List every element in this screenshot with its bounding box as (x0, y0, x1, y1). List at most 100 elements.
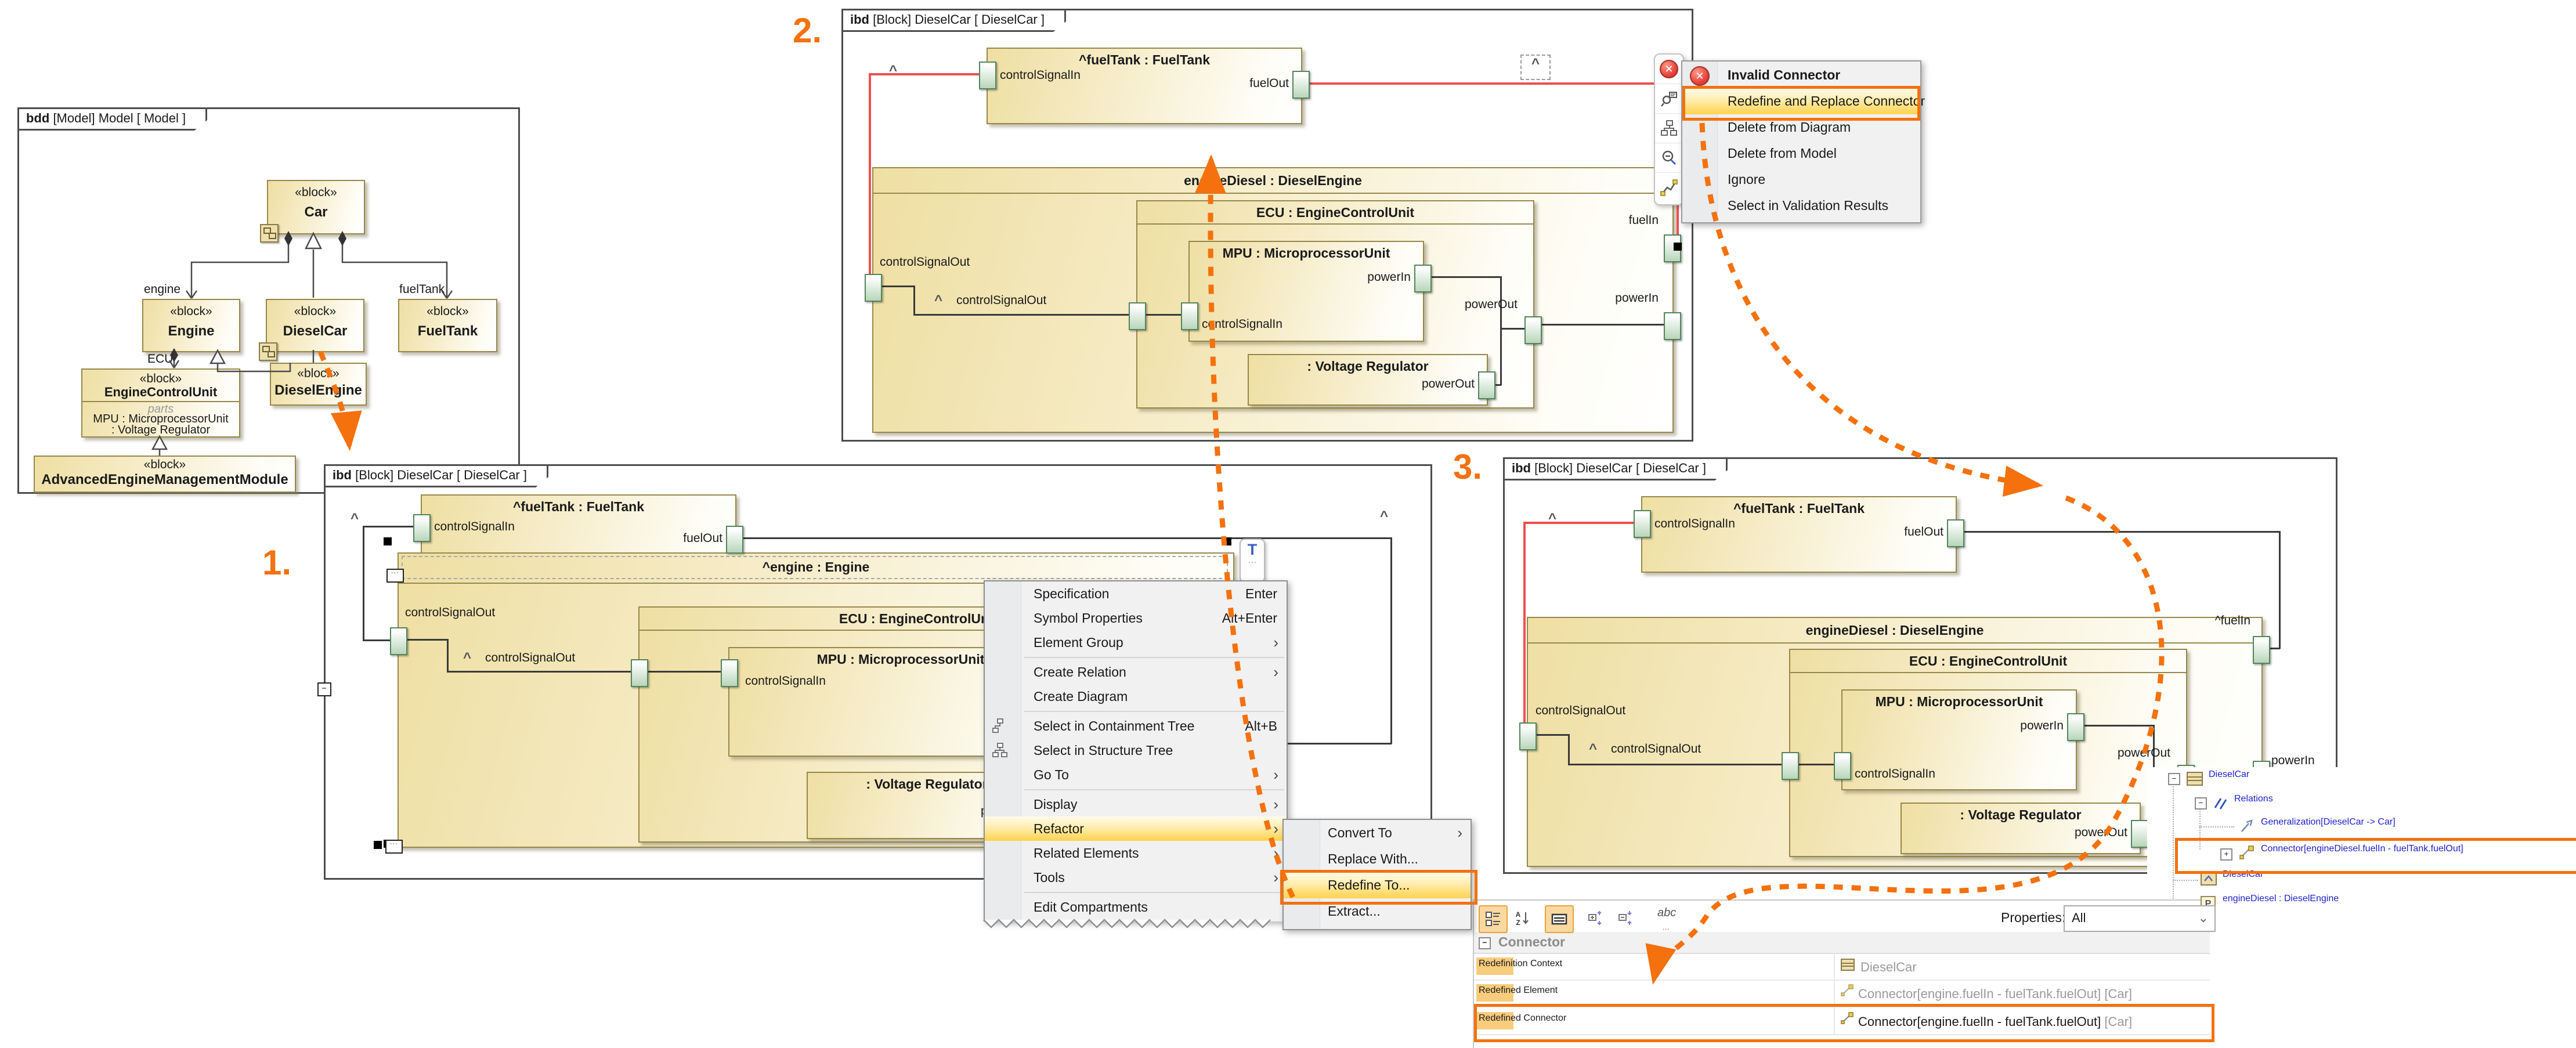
expand-all-button[interactable] (1582, 905, 1609, 931)
ibd2-frame-tab[interactable]: ibd [Block] DieselCar [ DieselCar ] (841, 9, 1066, 32)
compartment-dots-button[interactable]: ··· (385, 840, 403, 854)
error-indicator-icon[interactable]: ✕ (1655, 55, 1683, 84)
ibd-tab-keyword: ibd (850, 12, 869, 27)
properties-section-connector[interactable]: − Connector (1474, 932, 2210, 954)
popup-item-select-in-validation-results[interactable]: Select in Validation Results (1682, 193, 1920, 219)
popup-item-delete-from-model[interactable]: Delete from Model (1682, 140, 1920, 167)
port-powerin[interactable] (1664, 312, 1681, 340)
menu-item-select-in-structure-tree[interactable]: Select in Structure Tree (985, 738, 1287, 762)
menu-item-create-diagram[interactable]: Create Diagram (985, 684, 1287, 709)
port-controlsignalin[interactable] (413, 514, 431, 542)
select-in-tree-icon[interactable] (1655, 114, 1683, 143)
composite-diagram-icon[interactable] (260, 224, 279, 243)
ibd3-frame-tab[interactable]: ibd [Block] DieselCar [ DieselCar ] (1503, 457, 1728, 480)
menu-item-create-relation[interactable]: Create Relation› (985, 660, 1287, 684)
tree-expander-open[interactable]: − (2195, 797, 2207, 810)
port-powerin[interactable] (2067, 713, 2084, 741)
svg-text:A: A (1516, 910, 1521, 919)
tree-expander-open[interactable]: − (2168, 773, 2180, 785)
port-powerout[interactable] (1524, 316, 1542, 344)
port-fuelout[interactable] (1292, 71, 1310, 99)
compartment-separator (1790, 672, 2186, 673)
block-name-dieselengine: DieselEngine (271, 382, 366, 399)
menu-item-edit-compartments[interactable]: Edit Compartments (985, 895, 1287, 919)
menu-item-tools[interactable]: Tools› (985, 865, 1287, 890)
property-label: Redefinition Context (1479, 959, 1562, 969)
bdd-block-ecu[interactable]: «block» EngineControlUnit parts MPU : Mi… (81, 368, 240, 438)
bdd-frame-tab[interactable]: bdd [Model] Model [ Model ] (17, 107, 207, 131)
smart-manipulator-text-tool[interactable]: T ··· (1240, 539, 1265, 583)
sort-alphabetically-button[interactable]: AZ (1509, 905, 1536, 931)
bdd-block-dieselengine[interactable]: «block» DieselEngine (270, 363, 367, 406)
compartment-separator (1137, 223, 1533, 225)
port-fuelout[interactable] (726, 526, 743, 554)
port-powerout[interactable] (2131, 820, 2148, 848)
submenu-item-replace-with[interactable]: Replace With... (1284, 846, 1471, 872)
show-message-icon[interactable] (1655, 84, 1683, 114)
step-3-label: 3. (1453, 447, 1482, 487)
port-controlsignalin[interactable] (979, 62, 996, 89)
show-description-button[interactable] (1545, 905, 1574, 933)
collapse-all-button[interactable] (1612, 905, 1639, 931)
invalid-connector-segment[interactable] (1307, 82, 1675, 85)
port-powerin[interactable] (1414, 265, 1432, 292)
port-controlsignalout[interactable] (865, 274, 882, 302)
selection-handle[interactable] (384, 537, 392, 545)
tree-item-generalization[interactable]: Generalization[DieselCar -> Car] (2261, 817, 2396, 827)
invalid-connector-segment[interactable] (1526, 522, 1634, 524)
port-fuelin[interactable] (2253, 636, 2270, 664)
port-controlsignalin[interactable] (721, 659, 738, 687)
invalid-connector-segment[interactable] (1523, 522, 1526, 735)
collapse-button[interactable]: − (317, 682, 331, 696)
popup-item-ignore[interactable]: Ignore (1682, 167, 1920, 193)
compartment-dots-button[interactable]: ··· (386, 569, 404, 583)
block-name-engine: Engine (143, 323, 239, 339)
redefine-to-highlight-box (1280, 870, 1477, 905)
menu-item-select-in-containment-tree[interactable]: Select in Containment TreeAlt+B (985, 714, 1287, 738)
invalid-connector-segment[interactable] (871, 73, 979, 75)
selection-handle[interactable] (1223, 537, 1231, 545)
port-controlsignalout[interactable] (1519, 722, 1537, 750)
menu-item-refactor[interactable]: Refactor› (985, 816, 1287, 841)
port-controlsignalin[interactable] (1834, 752, 1851, 780)
port-fuelout[interactable] (1947, 519, 1964, 547)
redefined-connector-segment[interactable] (1962, 531, 2280, 533)
ibd1-frame-tab[interactable]: ibd [Block] DieselCar [ DieselCar ] (324, 464, 548, 487)
menu-item-go-to[interactable]: Go To› (985, 762, 1287, 787)
submenu-item-convert-to[interactable]: Convert To› (1284, 820, 1471, 846)
port-boundary[interactable] (1782, 752, 1799, 780)
menu-item-element-group[interactable]: Element Group› (985, 630, 1287, 655)
invalid-connector-segment[interactable] (869, 73, 871, 277)
tree-item-relations[interactable]: Relations (2234, 794, 2273, 804)
redefined-connector-segment[interactable] (2279, 531, 2281, 649)
port-label-controlsignalin: controlSignalIn (434, 520, 515, 534)
part-title: MPU : MicroprocessorUnit (1842, 694, 2076, 710)
menu-item-display[interactable]: Display› (985, 792, 1287, 816)
bdd-block-car[interactable]: «block» Car (267, 180, 365, 234)
bdd-block-fueltank[interactable]: «block» FuelTank (398, 299, 497, 352)
categorized-view-button[interactable] (1479, 905, 1508, 933)
section-collapse-icon[interactable]: − (1479, 937, 1491, 949)
tree-item-dieselcar-root[interactable]: DieselCar (2209, 769, 2249, 780)
part-title: : Voltage Regulator (1902, 807, 2140, 823)
menu-item-symbol-properties[interactable]: Symbol PropertiesAlt+Enter (985, 606, 1287, 630)
tree-item-enginediesel-part[interactable]: engineDiesel : DieselEngine (2223, 894, 2339, 904)
bdd-block-dieselcar[interactable]: «block» DieselCar (266, 299, 364, 352)
composite-diagram-icon[interactable] (259, 342, 277, 361)
menu-item-specification[interactable]: SpecificationEnter (985, 581, 1287, 606)
step-1-label: 1. (262, 543, 291, 583)
bdd-block-engine[interactable]: «block» Engine (142, 299, 240, 352)
edit-value-abc-icon[interactable]: abc… (1657, 906, 1676, 933)
port-boundary[interactable] (631, 659, 648, 687)
reroute-connector-icon[interactable] (1655, 173, 1683, 202)
port-boundary[interactable] (1129, 302, 1146, 330)
menu-item-related-elements[interactable]: Related Elements› (985, 841, 1287, 865)
port-controlsignalin[interactable] (1634, 510, 1651, 538)
port-powerout[interactable] (1478, 371, 1495, 399)
bdd-block-aemm[interactable]: «block» AdvancedEngineManagementModule (34, 456, 296, 493)
selection-handle[interactable] (374, 841, 382, 849)
properties-filter-dropdown[interactable]: All ⌄ (2064, 905, 2216, 932)
zoom-out-icon[interactable] (1655, 143, 1683, 173)
port-controlsignalin[interactable] (1181, 302, 1198, 330)
port-controlsignalout[interactable] (390, 627, 407, 655)
